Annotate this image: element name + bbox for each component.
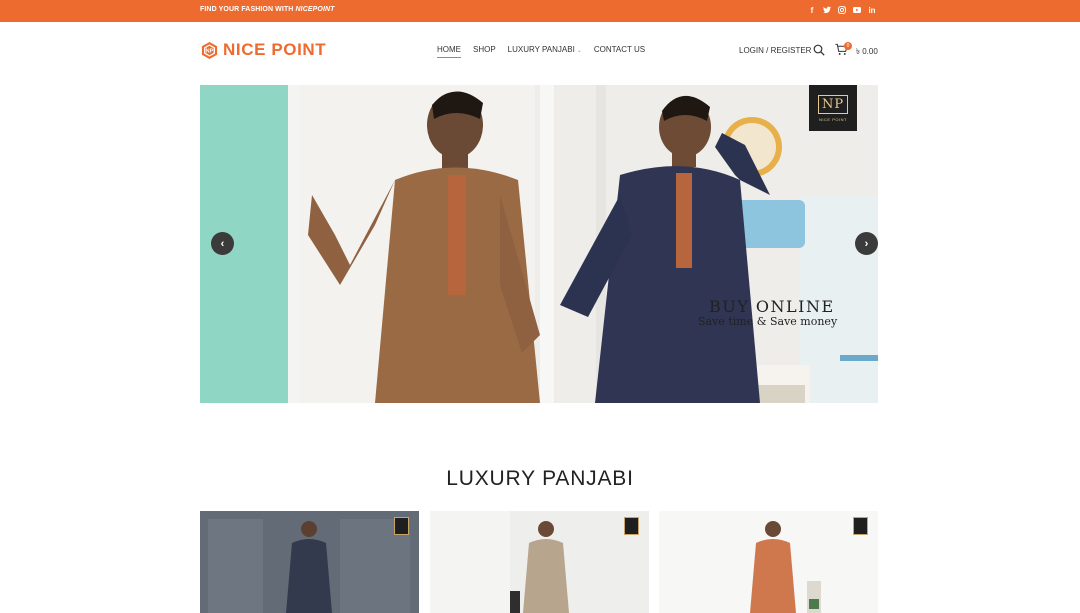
hero-slider: NP NICE POINT BUY ONLINE Save time & Sav… <box>200 85 878 403</box>
nav-contact-us[interactable]: CONTACT US <box>594 45 645 58</box>
youtube-icon[interactable] <box>853 5 861 15</box>
product-card[interactable] <box>659 511 878 613</box>
nav-home[interactable]: HOME <box>437 45 461 58</box>
chevron-down-icon: ⌄ <box>576 48 582 54</box>
slider-prev-button[interactable]: ‹ <box>211 232 234 255</box>
twitter-icon[interactable] <box>823 5 831 15</box>
chevron-right-icon: › <box>864 237 869 250</box>
product-brand-badge <box>394 517 409 535</box>
facebook-icon[interactable]: f <box>808 5 816 15</box>
linkedin-icon[interactable]: in <box>868 5 876 15</box>
tagline-prefix: FIND YOUR FASHION WITH <box>200 6 296 13</box>
section-title: LUXURY PANJABI <box>446 467 634 490</box>
nav-luxury-panjabi[interactable]: LUXURY PANJABI ⌄ <box>508 45 582 58</box>
product-image <box>659 511 878 613</box>
top-bar-tagline: FIND YOUR FASHION WITH NICEPOINT <box>200 6 335 13</box>
product-card[interactable] <box>430 511 649 613</box>
instagram-icon[interactable] <box>838 5 846 15</box>
product-brand-badge <box>624 517 639 535</box>
site-header: NP NICE POINT HOME SHOP LUXURY PANJABI ⌄ … <box>0 22 1080 80</box>
nav-luxury-panjabi-label: LUXURY PANJABI <box>507 45 575 54</box>
brand-badge: NP NICE POINT <box>809 85 857 131</box>
product-image <box>200 511 419 613</box>
logo-hexagon-icon: NP <box>201 41 218 59</box>
nav-shop[interactable]: SHOP <box>473 45 496 58</box>
slide-title: BUY ONLINE <box>709 297 835 316</box>
cart-count-badge: 0 <box>844 42 852 50</box>
hero-slide-image <box>200 85 878 403</box>
logo-text: NICE POINT <box>223 40 327 59</box>
top-bar: FIND YOUR FASHION WITH NICEPOINT f in <box>0 0 1080 22</box>
brand-badge-caption: NICE POINT <box>819 116 847 122</box>
tagline-brand: NICEPOINT <box>295 6 335 13</box>
brand-badge-mark: NP <box>817 94 849 114</box>
search-icon[interactable] <box>813 44 825 56</box>
product-image <box>430 511 649 613</box>
slide-subtitle: Save time & Save money <box>698 315 838 328</box>
cart-total[interactable]: ৳ 0.00 <box>856 46 878 59</box>
site-logo[interactable]: NP NICE POINT <box>200 40 326 60</box>
product-card[interactable] <box>200 511 419 613</box>
main-nav: HOME SHOP LUXURY PANJABI ⌄ CONTACT US <box>437 45 645 58</box>
svg-text:NP: NP <box>206 48 214 54</box>
social-links: f in <box>808 5 876 15</box>
login-register-link[interactable]: LOGIN / REGISTER <box>739 46 811 55</box>
product-brand-badge <box>853 517 868 535</box>
slider-next-button[interactable]: › <box>855 232 878 255</box>
chevron-left-icon: ‹ <box>220 237 225 250</box>
